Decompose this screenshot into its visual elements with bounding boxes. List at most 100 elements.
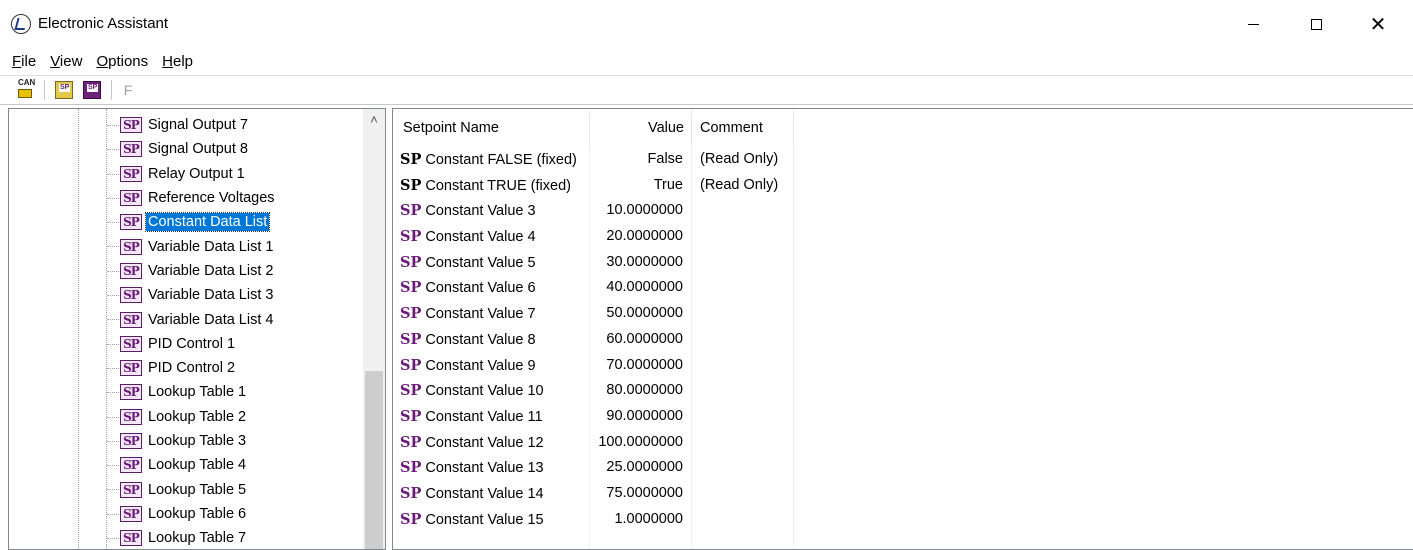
setpoint-value-cell[interactable]: 70.0000000	[589, 353, 683, 379]
tree-item[interactable]: SP Variable Data List 4	[9, 307, 363, 331]
table-row[interactable]: SP Constant Value 10 80.0000000	[393, 378, 1413, 404]
tree-item[interactable]: SP Lookup Table 4	[9, 453, 363, 477]
setpoint-value-cell[interactable]: 30.0000000	[589, 250, 683, 276]
scroll-thumb[interactable]	[365, 371, 383, 549]
table-row[interactable]: SP Constant Value 14 75.0000000	[393, 481, 1413, 507]
table-body: SP Constant FALSE (fixed) False (Read Only)…	[393, 147, 1413, 532]
setpoint-icon: SP	[400, 433, 422, 451]
setpoint-value-cell[interactable]: 1.0000000	[589, 507, 683, 533]
setpoint-name-cell: SP Constant Value 13	[400, 459, 544, 477]
table-row[interactable]: SP Constant Value 13 25.0000000	[393, 455, 1413, 481]
table-row[interactable]: SP Constant TRUE (fixed) True (Read Only)	[393, 173, 1413, 199]
setpoint-tree[interactable]: SP Signal Output 7 SP Signal Output 8 SP Rela…	[8, 108, 386, 550]
maximize-button[interactable]	[1293, 0, 1339, 48]
toolbar-separator	[44, 80, 45, 100]
tree-item-label: Lookup Table 3	[148, 433, 247, 449]
menu-file[interactable]: File	[5, 51, 43, 72]
tree-item-label: Variable Data List 2	[148, 262, 274, 279]
table-row[interactable]: SP Constant Value 6 40.0000000	[393, 275, 1413, 301]
toolbar: CAN F	[0, 75, 1413, 105]
column-header-comment[interactable]: Comment	[700, 109, 763, 147]
tree-item-label: Variable Data List 4	[148, 311, 274, 328]
setpoint-value-cell[interactable]: 40.0000000	[589, 275, 683, 301]
menu-help[interactable]: Help	[155, 51, 200, 72]
tree-item[interactable]: SP Signal Output 8	[9, 137, 363, 161]
tree-item[interactable]: SP Constant Data List	[9, 210, 363, 234]
setpoint-icon: SP	[400, 407, 422, 425]
tree-item[interactable]: SP PID Control 2	[9, 356, 363, 380]
can-connect-icon: CAN	[18, 78, 36, 87]
table-row[interactable]: SP Constant Value 3 10.0000000	[393, 198, 1413, 224]
setpoint-icon: SP	[120, 433, 142, 449]
tree-item-label: Lookup Table 6	[148, 505, 247, 522]
setpoint-icon: SP	[120, 360, 142, 377]
tree-item[interactable]: SP Variable Data List 3	[9, 283, 363, 307]
chevron-up-icon: ˄	[370, 111, 378, 127]
open-setpoint-button[interactable]	[53, 79, 75, 101]
tree-item[interactable]: SP PID Control 1	[9, 332, 363, 356]
flash-button[interactable]: F	[120, 79, 136, 101]
table-row[interactable]: SP Constant Value 11 90.0000000	[393, 404, 1413, 430]
setpoint-value-cell[interactable]: 90.0000000	[589, 404, 683, 430]
tree-item-label: Lookup Table 4	[148, 457, 247, 474]
setpoint-icon: SP	[120, 287, 142, 304]
tree-item-label: Relay Output 1	[148, 165, 245, 182]
table-row[interactable]: SP Constant Value 12 100.0000000	[393, 430, 1413, 456]
column-header-value[interactable]: Value	[593, 109, 684, 147]
tree-item[interactable]: SP Lookup Table 2	[9, 405, 363, 429]
app-icon	[11, 14, 31, 34]
save-setpoint-button[interactable]	[81, 79, 103, 101]
minimize-button[interactable]	[1230, 0, 1276, 48]
close-icon: ✕	[1369, 13, 1387, 36]
tree-item[interactable]: SP Lookup Table 7	[9, 526, 363, 549]
tree-item[interactable]: SP Relay Output 1	[9, 162, 363, 186]
tree-item-label: PID Control 2	[148, 360, 236, 377]
setpoint-icon: SP	[400, 510, 422, 528]
setpoint-name-cell: SP Constant Value 12	[400, 433, 544, 451]
setpoint-value-cell[interactable]: 25.0000000	[589, 455, 683, 481]
menu-view[interactable]: View	[43, 51, 89, 72]
setpoint-value-cell[interactable]: 50.0000000	[589, 301, 683, 327]
setpoint-value-cell[interactable]: 10.0000000	[589, 198, 683, 224]
setpoint-value-cell[interactable]: 100.0000000	[589, 430, 683, 456]
table-row[interactable]: SP Constant Value 7 50.0000000	[393, 301, 1413, 327]
tree-item[interactable]: SP Signal Output 7	[9, 113, 363, 137]
table-row[interactable]: SP Constant Value 4 20.0000000	[393, 224, 1413, 250]
tree-scrollbar[interactable]: ˄	[363, 109, 385, 549]
setpoint-name-cell: SP Constant Value 6	[400, 279, 536, 297]
table-row[interactable]: SP Constant Value 8 60.0000000	[393, 327, 1413, 353]
tree-item[interactable]: SP Variable Data List 1	[9, 234, 363, 258]
table-row[interactable]: SP Constant Value 9 70.0000000	[393, 353, 1413, 379]
setpoint-name-cell: SP Constant Value 8	[400, 330, 536, 348]
setpoint-icon: SP	[120, 238, 142, 255]
tree-item[interactable]: SP Variable Data List 2	[9, 259, 363, 283]
table-row[interactable]: SP Constant Value 5 30.0000000	[393, 250, 1413, 276]
scroll-up-button[interactable]: ˄	[363, 109, 385, 129]
table-row[interactable]: SP Constant FALSE (fixed) False (Read Only)	[393, 147, 1413, 173]
setpoint-icon: SP	[400, 202, 422, 220]
tree-item-label: Signal Output 7	[148, 117, 248, 134]
setpoint-icon: SP	[120, 457, 142, 474]
tree-item[interactable]: SP Reference Voltages	[9, 186, 363, 210]
column-header-name[interactable]: Setpoint Name	[403, 109, 499, 147]
tree-item[interactable]: SP Lookup Table 6	[9, 502, 363, 526]
table-row[interactable]: SP Constant Value 15 1.0000000	[393, 507, 1413, 533]
tree-item-label: Lookup Table 7	[148, 530, 247, 547]
tree-item[interactable]: SP Lookup Table 1	[9, 380, 363, 404]
close-button[interactable]: ✕	[1355, 0, 1401, 48]
setpoint-name-cell: SP Constant Value 4	[400, 228, 536, 246]
setpoint-value-cell[interactable]: 60.0000000	[589, 327, 683, 353]
setpoint-value-cell[interactable]: 80.0000000	[589, 378, 683, 404]
tree-item-label: Reference Voltages	[148, 190, 275, 207]
menu-options[interactable]: Options	[89, 51, 155, 72]
tree-item[interactable]: SP Lookup Table 5	[9, 477, 363, 501]
maximize-icon	[1310, 18, 1322, 30]
tree-item[interactable]: SP Lookup Table 3	[9, 429, 363, 453]
setpoint-value-cell[interactable]: 75.0000000	[589, 481, 683, 507]
can-connect-button[interactable]: CAN	[14, 79, 36, 101]
setpoint-comment-cell: (Read Only)	[700, 151, 779, 167]
setpoint-icon: SP	[120, 262, 142, 279]
setpoint-value-cell[interactable]: 20.0000000	[589, 224, 683, 250]
setpoint-name-cell: SP Constant Value 10	[400, 382, 544, 400]
open-setpoint-icon	[55, 81, 73, 99]
